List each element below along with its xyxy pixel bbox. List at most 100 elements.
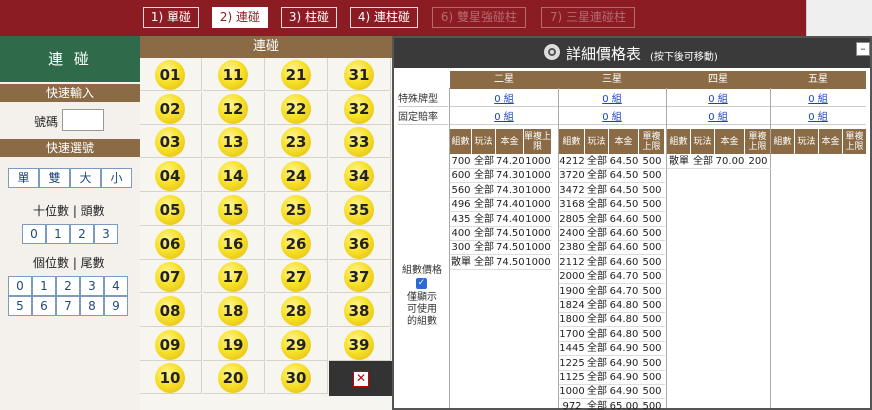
number-ball[interactable]: 26 [281,228,311,259]
number-cell[interactable]: 29 [266,327,328,361]
number-ball[interactable]: 24 [281,161,311,192]
number-cell[interactable]: 22 [266,91,328,125]
minimize-button[interactable]: – [856,42,870,56]
number-cell[interactable]: 18 [203,293,265,327]
tab-linked[interactable]: 2) 連碰 [212,7,268,28]
number-ball[interactable]: 05 [155,194,185,225]
small-button[interactable]: 小 [101,168,132,188]
ones-button-3[interactable]: 3 [80,276,104,296]
number-ball[interactable]: 13 [218,127,248,158]
number-cell[interactable]: 23 [266,125,328,159]
ones-button-9[interactable]: 9 [104,296,128,316]
number-cell[interactable]: 24 [266,159,328,193]
tens-button-0[interactable]: 0 [22,224,46,244]
number-ball[interactable]: 30 [281,363,311,394]
number-cell[interactable]: 07 [140,260,202,294]
number-cell[interactable]: 19 [203,327,265,361]
number-cell[interactable]: 04 [140,159,202,193]
number-ball[interactable]: 39 [344,329,374,360]
ones-button-1[interactable]: 1 [32,276,56,296]
number-cell[interactable]: 20 [203,361,265,395]
number-ball[interactable]: 34 [344,161,374,192]
number-cell[interactable]: 21 [266,58,328,91]
clear-cell[interactable]: ✕ [329,361,392,396]
modal-title-bar[interactable]: 詳細價格表 (按下後可移動) – [394,38,870,68]
number-ball[interactable]: 23 [281,127,311,158]
number-ball[interactable]: 28 [281,295,311,326]
number-input[interactable] [62,109,104,131]
number-ball[interactable]: 38 [344,295,374,326]
number-cell[interactable]: 12 [203,91,265,125]
tens-button-2[interactable]: 2 [70,224,94,244]
tens-button-3[interactable]: 3 [94,224,118,244]
fixed-link-five[interactable]: 0 組 [770,110,866,125]
number-ball[interactable]: 32 [344,93,374,124]
tab-linked-column[interactable]: 4) 連柱碰 [350,7,418,28]
number-ball[interactable]: 12 [218,93,248,124]
odd-button[interactable]: 單 [8,168,39,188]
number-cell[interactable]: 32 [329,91,391,125]
power-icon[interactable] [544,44,560,60]
ones-button-4[interactable]: 4 [104,276,128,296]
number-ball[interactable]: 21 [281,60,311,90]
big-button[interactable]: 大 [70,168,101,188]
ones-button-8[interactable]: 8 [80,296,104,316]
number-cell[interactable]: 33 [329,125,391,159]
ones-button-6[interactable]: 6 [32,296,56,316]
number-cell[interactable]: 03 [140,125,202,159]
number-ball[interactable]: 07 [155,262,185,293]
number-cell[interactable]: 37 [329,260,391,294]
number-ball[interactable]: 22 [281,93,311,124]
tab-single[interactable]: 1) 單碰 [143,7,199,28]
number-ball[interactable]: 36 [344,228,374,259]
special-link-four[interactable]: 0 組 [666,92,770,107]
tab-column[interactable]: 3) 柱碰 [281,7,337,28]
number-cell[interactable]: 38 [329,293,391,327]
show-usable-checkbox[interactable]: ✓ [416,278,427,289]
number-ball[interactable]: 27 [281,262,311,293]
number-ball[interactable]: 09 [155,329,185,360]
ones-button-7[interactable]: 7 [56,296,80,316]
number-ball[interactable]: 37 [344,262,374,293]
number-cell[interactable]: 34 [329,159,391,193]
number-cell[interactable]: 13 [203,125,265,159]
number-ball[interactable]: 02 [155,93,185,124]
close-icon[interactable]: ✕ [353,371,369,387]
number-cell[interactable]: 10 [140,361,202,395]
number-ball[interactable]: 10 [155,363,185,394]
number-ball[interactable]: 25 [281,194,311,225]
number-ball[interactable]: 16 [218,228,248,259]
number-cell[interactable]: 26 [266,226,328,260]
fixed-link-four[interactable]: 0 組 [666,110,770,125]
number-cell[interactable]: 11 [203,58,265,91]
number-ball[interactable]: 01 [155,60,185,90]
special-link-three[interactable]: 0 組 [558,92,666,107]
number-ball[interactable]: 03 [155,127,185,158]
number-cell[interactable]: 01 [140,58,202,91]
number-ball[interactable]: 31 [344,60,374,90]
special-link-two[interactable]: 0 組 [450,92,558,107]
tens-button-1[interactable]: 1 [46,224,70,244]
special-link-five[interactable]: 0 組 [770,92,866,107]
ones-button-0[interactable]: 0 [8,276,32,296]
number-ball[interactable]: 29 [281,329,311,360]
number-ball[interactable]: 11 [218,60,248,90]
tab-triple-star[interactable]: 7) 三星連碰柱 [541,7,635,28]
number-cell[interactable]: 08 [140,293,202,327]
number-cell[interactable]: 31 [329,58,391,91]
fixed-link-three[interactable]: 0 組 [558,110,666,125]
number-ball[interactable]: 15 [218,194,248,225]
number-cell[interactable]: 09 [140,327,202,361]
tab-double-star[interactable]: 6) 雙星強碰柱 [432,7,526,28]
number-cell[interactable]: 36 [329,226,391,260]
number-ball[interactable]: 18 [218,295,248,326]
number-cell[interactable]: 06 [140,226,202,260]
number-cell[interactable]: 14 [203,159,265,193]
number-cell[interactable]: 05 [140,192,202,226]
number-cell[interactable]: 28 [266,293,328,327]
number-cell[interactable]: 27 [266,260,328,294]
number-ball[interactable]: 06 [155,228,185,259]
number-cell[interactable]: 35 [329,192,391,226]
ones-button-2[interactable]: 2 [56,276,80,296]
even-button[interactable]: 雙 [39,168,70,188]
